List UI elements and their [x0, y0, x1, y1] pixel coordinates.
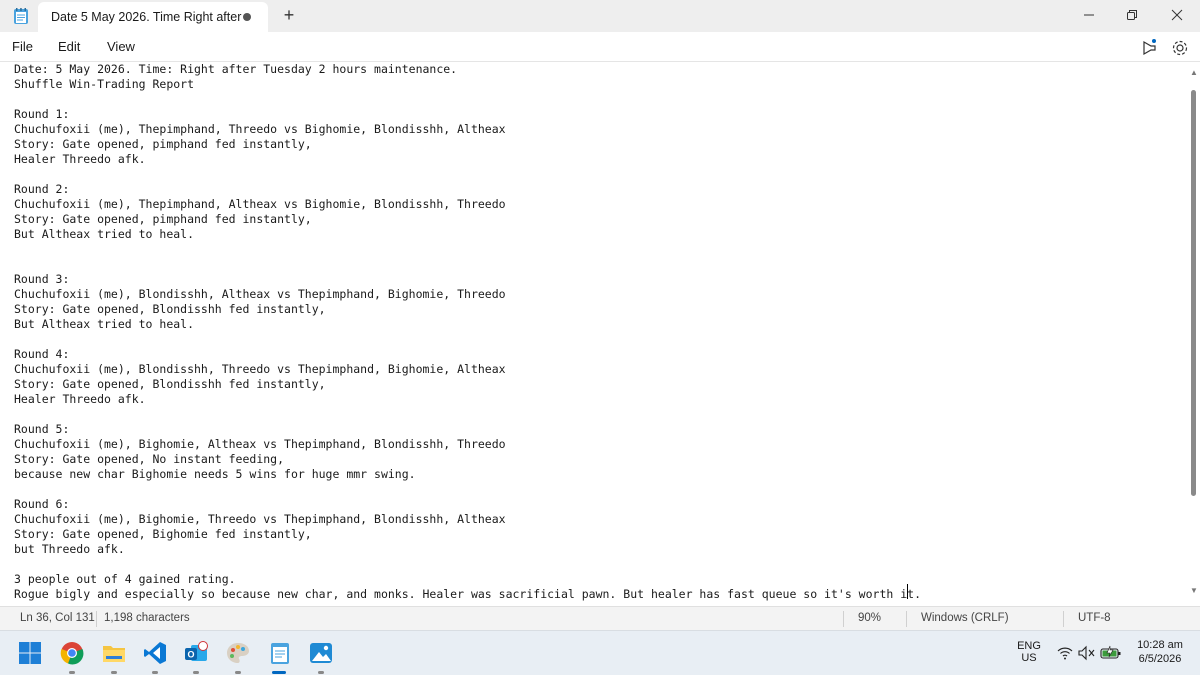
- document-line[interactable]: But Altheax tried to heal.: [14, 227, 921, 242]
- document-line[interactable]: Story: Gate opened, pimphand fed instant…: [14, 137, 921, 152]
- notepad-taskbar-icon[interactable]: [268, 641, 292, 665]
- close-button[interactable]: [1154, 0, 1200, 30]
- document-line[interactable]: 3 people out of 4 gained rating.: [14, 572, 921, 587]
- title-bar: Date 5 May 2026. Time Right after +: [0, 0, 1200, 32]
- volume-muted-icon[interactable]: [1078, 645, 1096, 661]
- document-line[interactable]: [14, 167, 921, 182]
- document-line[interactable]: [14, 557, 921, 572]
- text-caret: [907, 584, 908, 599]
- region-code: US: [1021, 652, 1037, 664]
- zoom-level[interactable]: 90%: [858, 612, 881, 624]
- menu-bar: File Edit View: [0, 32, 1200, 62]
- clock-date: 6/5/2026: [1138, 653, 1182, 665]
- file-explorer-icon[interactable]: [102, 641, 126, 665]
- document-line[interactable]: Round 4:: [14, 347, 921, 362]
- battery-icon[interactable]: [1100, 645, 1122, 661]
- running-indicator: [69, 671, 75, 674]
- document-line[interactable]: Shuffle Win-Trading Report: [14, 77, 921, 92]
- scrollbar-thumb[interactable]: [1191, 90, 1196, 496]
- document-line[interactable]: [14, 332, 921, 347]
- document-line[interactable]: Chuchufoxii (me), Blondisshh, Altheax vs…: [14, 287, 921, 302]
- photos-icon[interactable]: [309, 641, 333, 665]
- clock[interactable]: 10:28 am 6/5/2026: [1128, 639, 1192, 665]
- wifi-icon[interactable]: [1057, 645, 1073, 661]
- document-line[interactable]: But Altheax tried to heal.: [14, 317, 921, 332]
- tab-title: Date 5 May 2026. Time Right after: [51, 10, 242, 24]
- close-icon: [1171, 9, 1183, 21]
- document-line[interactable]: but Threedo afk.: [14, 542, 921, 557]
- document-line[interactable]: [14, 92, 921, 107]
- vertical-scrollbar[interactable]: ▲ ▼: [1188, 62, 1200, 606]
- minimize-icon: [1084, 14, 1094, 16]
- text-editor[interactable]: Date: 5 May 2026. Time: Right after Tues…: [0, 62, 1188, 606]
- document-line[interactable]: Round 1:: [14, 107, 921, 122]
- document-line[interactable]: because new char Bighomie needs 5 wins f…: [14, 467, 921, 482]
- document-line[interactable]: Round 5:: [14, 422, 921, 437]
- language-code: ENG: [1017, 640, 1041, 652]
- taskbar: O ENG US 10:28 am 6/5/2026: [0, 630, 1200, 675]
- document-tab[interactable]: Date 5 May 2026. Time Right after: [38, 2, 268, 32]
- document-text[interactable]: Date: 5 May 2026. Time: Right after Tues…: [14, 62, 921, 602]
- encoding[interactable]: UTF-8: [1078, 612, 1111, 624]
- clock-time: 10:28 am: [1137, 639, 1183, 651]
- active-indicator: [272, 671, 286, 674]
- document-line[interactable]: Story: Gate opened, No instant feeding,: [14, 452, 921, 467]
- chrome-icon[interactable]: [60, 641, 84, 665]
- document-line[interactable]: Round 3:: [14, 272, 921, 287]
- document-line[interactable]: [14, 407, 921, 422]
- paint-icon[interactable]: [226, 641, 250, 665]
- status-divider: [843, 611, 844, 627]
- maximize-icon: [1127, 10, 1137, 20]
- notepad-icon: [12, 7, 30, 25]
- running-indicator: [193, 671, 199, 674]
- document-line[interactable]: Healer Threedo afk.: [14, 392, 921, 407]
- document-line[interactable]: Healer Threedo afk.: [14, 152, 921, 167]
- outlook-icon[interactable]: O: [184, 641, 208, 665]
- document-line[interactable]: Story: Gate opened, pimphand fed instant…: [14, 212, 921, 227]
- document-line[interactable]: Rogue bigly and especially so because ne…: [14, 587, 921, 602]
- svg-text:O: O: [187, 650, 194, 660]
- menu-edit[interactable]: Edit: [58, 39, 80, 54]
- scroll-down-icon[interactable]: ▼: [1190, 586, 1198, 595]
- status-divider: [96, 611, 97, 627]
- scroll-up-icon[interactable]: ▲: [1190, 68, 1198, 77]
- windows-start-icon[interactable]: [18, 641, 42, 665]
- document-line[interactable]: Chuchufoxii (me), Blondisshh, Threedo vs…: [14, 362, 921, 377]
- megaphone-icon[interactable]: [1138, 38, 1158, 58]
- document-line[interactable]: [14, 242, 921, 257]
- document-line[interactable]: Story: Gate opened, Blondisshh fed insta…: [14, 377, 921, 392]
- running-indicator: [318, 671, 324, 674]
- document-line[interactable]: Chuchufoxii (me), Thepimphand, Threedo v…: [14, 122, 921, 137]
- minimize-button[interactable]: [1066, 0, 1112, 30]
- document-line[interactable]: [14, 257, 921, 272]
- document-line[interactable]: Story: Gate opened, Bighomie fed instant…: [14, 527, 921, 542]
- document-line[interactable]: Date: 5 May 2026. Time: Right after Tues…: [14, 62, 921, 77]
- cursor-position[interactable]: Ln 36, Col 131: [20, 612, 95, 624]
- document-line[interactable]: Round 6:: [14, 497, 921, 512]
- settings-icon[interactable]: [1170, 38, 1190, 58]
- menu-file[interactable]: File: [12, 39, 33, 54]
- status-divider: [1063, 611, 1064, 627]
- document-line[interactable]: Chuchufoxii (me), Bighomie, Altheax vs T…: [14, 437, 921, 452]
- running-indicator: [111, 671, 117, 674]
- running-indicator: [235, 671, 241, 674]
- menu-view[interactable]: View: [107, 39, 135, 54]
- line-ending[interactable]: Windows (CRLF): [921, 612, 1009, 624]
- vscode-icon[interactable]: [143, 641, 167, 665]
- new-tab-button[interactable]: +: [278, 4, 300, 26]
- document-line[interactable]: [14, 482, 921, 497]
- status-divider: [906, 611, 907, 627]
- unsaved-indicator-icon[interactable]: [243, 13, 251, 21]
- restore-button[interactable]: [1109, 0, 1155, 30]
- language-indicator[interactable]: ENG US: [1012, 640, 1046, 664]
- status-bar: Ln 36, Col 131 1,198 characters 90% Wind…: [0, 606, 1200, 630]
- document-line[interactable]: Chuchufoxii (me), Thepimphand, Altheax v…: [14, 197, 921, 212]
- document-line[interactable]: Story: Gate opened, Blondisshh fed insta…: [14, 302, 921, 317]
- document-line[interactable]: Round 2:: [14, 182, 921, 197]
- document-line[interactable]: Chuchufoxii (me), Bighomie, Threedo vs T…: [14, 512, 921, 527]
- running-indicator: [152, 671, 158, 674]
- character-count: 1,198 characters: [104, 612, 190, 624]
